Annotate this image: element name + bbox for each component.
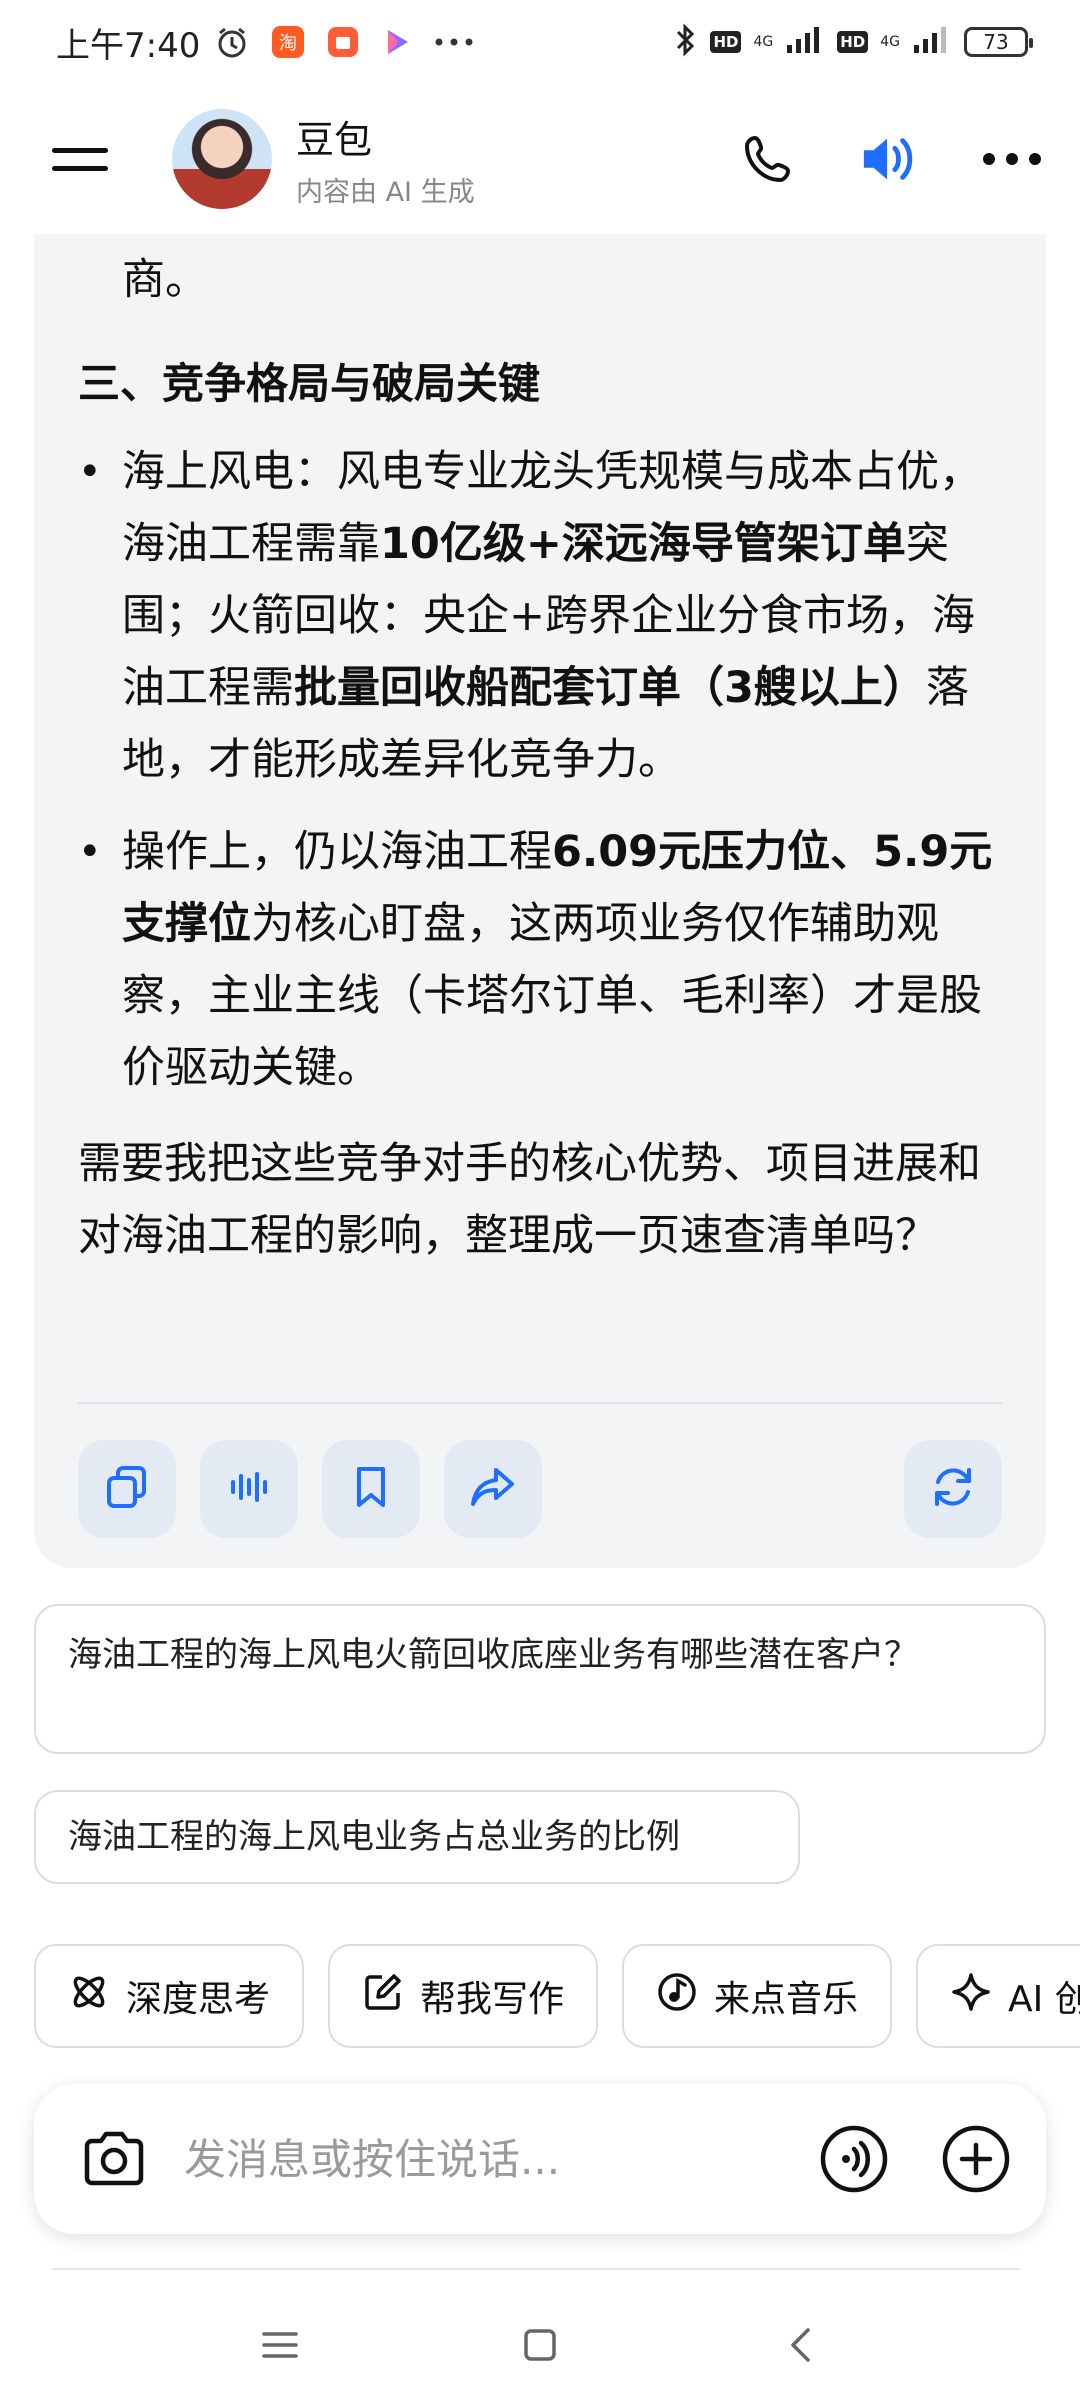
message-divider [78,1402,1002,1404]
recents-menu-icon[interactable] [250,2315,310,2375]
svg-text:淘: 淘 [279,33,297,54]
bot-name: 豆包 [296,118,373,162]
chip-deep-thinking[interactable]: 深度思考 [34,1944,305,2048]
menu-line [52,165,108,171]
bullet-list: 海上风电：风电专业龙头凭规模与成本占优，海油工程需靠10亿级+深远海导管架订单突… [78,436,1018,1104]
section-title: 三、竞争格局与破局关键 [78,359,541,408]
chip-label: 来点音乐 [714,1979,859,2020]
alarm-icon [214,24,250,60]
bullet-item: 操作上，仍以海油工程6.09元压力位、5.9元支撑位为核心盯盘，这两项业务仅作辅… [78,816,1018,1104]
quick-action-chips: 深度思考 帮我写作 来点音乐 AI 创作 [34,1944,1080,2048]
copy-button[interactable] [78,1440,176,1538]
phone-icon[interactable] [738,129,798,189]
chip-label: 深度思考 [126,1979,271,2020]
hd-badge: HD [710,31,742,53]
chat-header: 豆包 内容由 AI 生成 [0,84,1080,234]
network-type-2: 4G [880,34,900,50]
message-fragment: 商。 [122,255,208,305]
regenerate-button[interactable] [904,1440,1002,1538]
add-icon[interactable] [940,2123,1012,2195]
status-bar: 上午7:40 淘 HD 4G HD 4G 73 [0,0,1080,84]
voice-call-icon[interactable] [818,2123,890,2195]
network-type: 4G [753,34,774,50]
suggested-question-2[interactable]: 海油工程的海上风电业务占总业务的比例 [34,1790,800,1884]
bookmark-button[interactable] [322,1440,420,1538]
system-navigation-bar [0,2290,1080,2400]
more-notifications-icon [434,37,474,47]
bottom-divider [52,2268,1020,2270]
chip-label: AI 创作 [1008,1979,1080,2020]
suggested-question-1[interactable]: 海油工程的海上风电火箭回收底座业务有哪些潜在客户？ [34,1604,1046,1754]
camera-icon[interactable] [78,2123,150,2195]
avatar[interactable] [172,109,272,209]
message-body: 商。 三、竞争格局与破局关键 海上风电：风电专业龙头凭规模与成本占优，海油工程需… [78,234,1018,1272]
copy-icon [104,1464,150,1514]
bullet-text: 为核心盯盘，这两项业务仅作辅助观察，主业主线（卡塔尔订单、毛利率）才是股价驱动关… [122,899,982,1093]
chip-ai-create[interactable]: AI 创作 [916,1944,1080,2048]
bullet-item: 海上风电：风电专业龙头凭规模与成本占优，海油工程需靠10亿级+深远海导管架订单突… [78,436,1018,796]
message-actions [78,1440,1002,1538]
taobao-app-icon: 淘 [270,24,306,60]
header-actions [738,129,1042,189]
back-chevron-icon[interactable] [770,2315,830,2375]
message-input-bar [34,2084,1046,2234]
bluetooth-icon [672,22,698,62]
music-icon [656,1971,698,2022]
share-button[interactable] [444,1440,542,1538]
chip-music[interactable]: 来点音乐 [622,1944,893,2048]
edit-icon [362,1971,404,2022]
ai-disclaimer: 内容由 AI 生成 [296,177,475,208]
bookmark-icon [348,1464,394,1514]
bullet-bold: 批量回收船配套订单（3艘以上） [294,663,926,713]
status-time: 上午7:40 [56,25,201,66]
closing-question: 需要我把这些竞争对手的核心优势、项目进展和对海油工程的影响，整理成一页速查清单吗… [78,1139,981,1261]
ai-message-card: 商。 三、竞争格局与破局关键 海上风电：风电专业龙头凭规模与成本占优，海油工程需… [34,234,1046,1568]
shopping-bag-app-icon [326,25,360,59]
signal-icon-2 [912,25,952,59]
menu-button[interactable] [52,129,112,189]
title-block: 豆包 内容由 AI 生成 [296,109,475,209]
home-square-icon[interactable] [510,2315,570,2375]
speaker-icon[interactable] [860,129,920,189]
share-arrow-icon [468,1464,518,1514]
chip-label: 帮我写作 [420,1979,565,2020]
menu-line [52,147,108,153]
read-aloud-button[interactable] [200,1440,298,1538]
input-actions [818,2123,1012,2195]
signal-icon [785,25,825,59]
refresh-icon [928,1462,978,1516]
battery-icon: 73 [964,27,1033,57]
play-app-icon [380,25,414,59]
more-options-icon[interactable] [982,129,1042,189]
chip-help-write[interactable]: 帮我写作 [328,1944,599,2048]
message-input[interactable] [184,2134,818,2184]
atom-icon [68,1971,110,2022]
bullet-bold: 10亿级+深远海导管架订单 [380,519,906,569]
sparkle-icon [950,1971,992,2022]
bullet-text: 操作上，仍以海油工程 [122,827,552,877]
audio-wave-icon [226,1464,272,1514]
hd-badge-2: HD [837,31,869,53]
